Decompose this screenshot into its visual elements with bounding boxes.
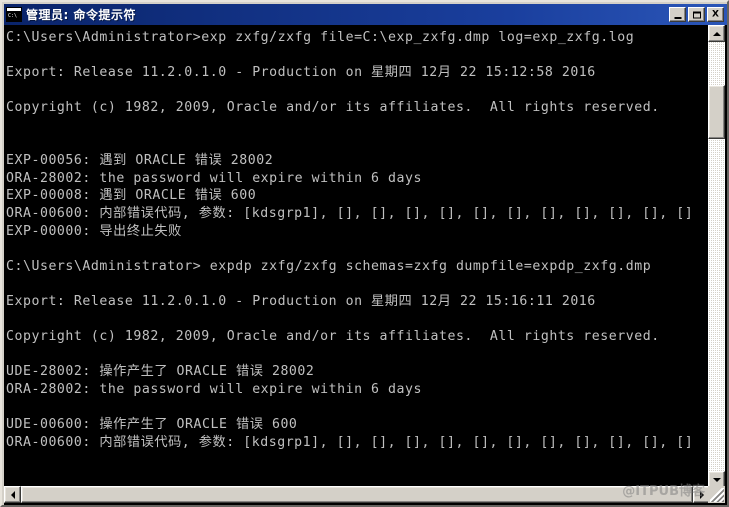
terminal-line: ORA-28002: the password will expire with… <box>6 381 422 397</box>
window-title: 管理员: 命令提示符 <box>26 8 136 22</box>
scroll-up-button[interactable] <box>708 25 725 42</box>
scroll-left-button[interactable] <box>4 486 21 503</box>
minimize-button[interactable] <box>669 7 686 22</box>
close-button[interactable]: X <box>707 7 724 22</box>
scroll-up-arrow-icon <box>712 31 721 36</box>
terminal-line: Export: Release 11.2.0.1.0 - Production … <box>6 293 596 309</box>
vertical-scrollbar[interactable] <box>708 25 725 488</box>
horizontal-scrollbar-thumb[interactable] <box>21 486 693 503</box>
console-icon-screen: C:\ <box>7 12 21 21</box>
terminal-line: UDE-00600: 操作产生了 ORACLE 错误 600 <box>6 417 298 433</box>
terminal-line: EXP-00008: 遇到 ORACLE 错误 600 <box>6 188 257 204</box>
terminal-line: EXP-00056: 遇到 ORACLE 错误 28002 <box>6 153 274 169</box>
console-icon: C:\ <box>6 7 22 22</box>
horizontal-scrollbar[interactable] <box>4 486 710 503</box>
resize-grip-icon <box>710 488 724 502</box>
terminal-line: C:\Users\Administrator>exp zxfg/zxfg fil… <box>6 30 635 45</box>
scroll-right-arrow-icon <box>699 490 704 499</box>
terminal-line: UDE-28002: 操作产生了 ORACLE 错误 28002 <box>6 364 315 380</box>
scroll-down-arrow-icon <box>712 477 721 482</box>
minimize-icon <box>674 16 681 19</box>
terminal-line: Export: Release 11.2.0.1.0 - Production … <box>6 65 596 81</box>
title-bar[interactable]: C:\ 管理员: 命令提示符 X <box>4 4 727 25</box>
terminal-line: EXP-00000: 导出终止失败 <box>6 223 182 239</box>
maximize-button[interactable] <box>688 7 705 22</box>
terminal-line: ORA-00600: 内部错误代码, 参数: [kdsgrp1], [], []… <box>6 434 694 450</box>
vertical-scrollbar-thumb[interactable] <box>708 85 725 139</box>
scroll-left-arrow-icon <box>10 490 15 499</box>
maximize-icon <box>692 11 701 18</box>
terminal-line: C:\Users\Administrator> expdp zxfg/zxfg … <box>6 258 652 274</box>
terminal-line: ORA-00600: 内部错误代码, 参数: [kdsgrp1], [], []… <box>6 205 694 221</box>
terminal-line: Copyright (c) 1982, 2009, Oracle and/or … <box>6 100 660 116</box>
terminal-line: Copyright (c) 1982, 2009, Oracle and/or … <box>6 329 660 345</box>
window-controls: X <box>669 7 727 22</box>
terminal-output[interactable]: C:\Users\Administrator>exp zxfg/zxfg fil… <box>4 25 704 502</box>
console-client-area[interactable]: C:\Users\Administrator>exp zxfg/zxfg fil… <box>4 25 727 505</box>
close-icon: X <box>712 9 719 19</box>
terminal-line: ORA-28002: the password will expire with… <box>6 170 422 186</box>
resize-grip[interactable] <box>708 486 725 503</box>
command-prompt-window: C:\ 管理员: 命令提示符 X C:\Users\Administrator>… <box>0 0 729 507</box>
